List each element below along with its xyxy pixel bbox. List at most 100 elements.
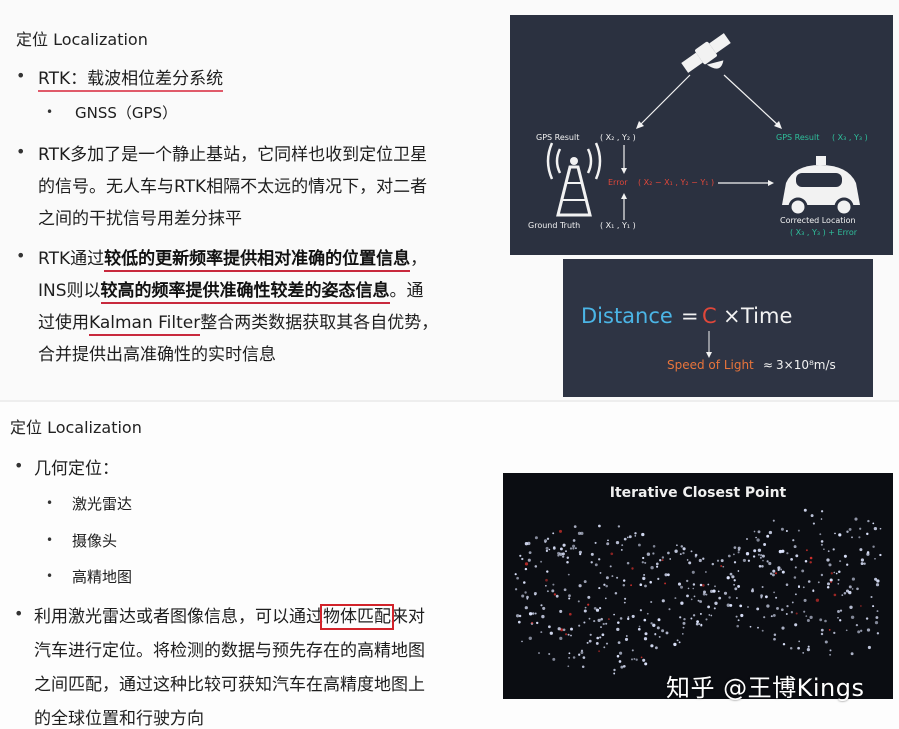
point bbox=[583, 621, 586, 624]
point bbox=[866, 628, 871, 632]
point bbox=[790, 558, 793, 561]
point bbox=[552, 657, 556, 661]
point bbox=[559, 609, 563, 613]
point bbox=[557, 627, 561, 631]
point bbox=[699, 612, 702, 615]
point bbox=[644, 632, 648, 636]
point bbox=[768, 561, 772, 566]
point bbox=[622, 584, 626, 587]
point bbox=[801, 569, 805, 573]
object-matching-highlight: 物体匹配 bbox=[320, 604, 394, 630]
point bbox=[583, 609, 587, 613]
point bbox=[849, 605, 853, 609]
point bbox=[759, 553, 763, 557]
point bbox=[695, 622, 699, 626]
point bbox=[737, 584, 741, 588]
point bbox=[669, 558, 672, 560]
point bbox=[772, 569, 776, 573]
point bbox=[643, 637, 648, 641]
point bbox=[661, 599, 665, 603]
point bbox=[737, 619, 740, 622]
point bbox=[789, 647, 793, 650]
point bbox=[785, 613, 788, 615]
point bbox=[624, 637, 629, 641]
point bbox=[659, 559, 662, 562]
point bbox=[688, 561, 692, 565]
point bbox=[553, 546, 556, 549]
point bbox=[757, 530, 761, 534]
point bbox=[856, 587, 859, 591]
point bbox=[747, 606, 749, 608]
point bbox=[794, 566, 797, 569]
point bbox=[555, 594, 559, 598]
point bbox=[596, 636, 600, 640]
point bbox=[839, 560, 842, 563]
point bbox=[559, 547, 563, 551]
point bbox=[552, 532, 555, 535]
bullet-dot: • bbox=[16, 142, 26, 161]
bullet-rtk: RTK：载波相位差分系统 bbox=[38, 64, 224, 92]
point bbox=[637, 543, 641, 547]
point bbox=[593, 620, 596, 623]
point bbox=[774, 572, 778, 575]
point bbox=[681, 633, 684, 635]
point bbox=[770, 615, 773, 618]
point bbox=[830, 572, 833, 575]
point bbox=[833, 593, 837, 597]
point bbox=[634, 532, 637, 535]
point bbox=[697, 599, 700, 602]
point bbox=[637, 627, 641, 631]
ground-truth-label: Ground Truth bbox=[528, 221, 580, 230]
point bbox=[567, 633, 570, 636]
point bbox=[600, 617, 603, 621]
point bbox=[714, 601, 718, 605]
point bbox=[863, 562, 866, 565]
point bbox=[563, 588, 567, 592]
point bbox=[698, 558, 702, 563]
gps-diagram-panel: GPS Result ( X₂ , Y₂ ) Error ( X₂ − X₁ ,… bbox=[510, 15, 893, 255]
point bbox=[797, 585, 801, 588]
point bbox=[809, 556, 813, 560]
point bbox=[723, 591, 728, 595]
point bbox=[528, 636, 532, 640]
point bbox=[546, 570, 549, 573]
point bbox=[606, 542, 610, 546]
point bbox=[623, 537, 627, 541]
point bbox=[851, 536, 853, 539]
point bbox=[758, 565, 762, 568]
point bbox=[720, 559, 724, 563]
point bbox=[616, 627, 620, 632]
point bbox=[534, 612, 537, 615]
point bbox=[568, 594, 571, 598]
point bbox=[553, 593, 557, 596]
point bbox=[605, 584, 608, 588]
point bbox=[558, 529, 563, 533]
point bbox=[605, 622, 608, 625]
point bbox=[601, 633, 605, 637]
point bbox=[716, 559, 720, 562]
point bbox=[588, 639, 592, 643]
point bbox=[640, 656, 643, 659]
point bbox=[860, 558, 864, 562]
point bbox=[595, 608, 600, 612]
point bbox=[823, 548, 825, 551]
point bbox=[848, 527, 852, 531]
error-label: Error bbox=[608, 178, 628, 187]
slide-title: 定位 Localization bbox=[16, 30, 148, 49]
point bbox=[838, 570, 841, 573]
point bbox=[763, 543, 767, 546]
point bbox=[867, 519, 870, 523]
point bbox=[733, 561, 737, 564]
point bbox=[600, 626, 602, 629]
point bbox=[820, 632, 824, 636]
icp-panel: Iterative Closest Point bbox=[503, 473, 893, 699]
corrected-location-label: Corrected Location bbox=[780, 216, 856, 225]
point bbox=[607, 539, 609, 542]
point bbox=[568, 656, 571, 659]
point bbox=[807, 645, 810, 648]
para-rtk-l1: RTK多加了是一个静止基站，它同样也收到定位卫星 bbox=[38, 145, 428, 165]
point bbox=[742, 558, 746, 562]
point bbox=[749, 625, 752, 628]
point bbox=[812, 589, 815, 591]
point bbox=[734, 587, 738, 591]
